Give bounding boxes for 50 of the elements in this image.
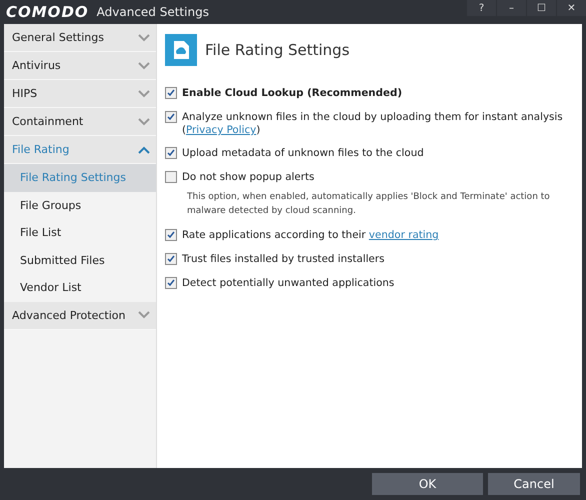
ok-button[interactable]: OK — [372, 473, 483, 495]
option-label-continuation: (Privacy Policy) — [182, 124, 260, 136]
checkbox[interactable] — [165, 253, 177, 265]
chevron-up-icon — [138, 146, 150, 154]
section-label: Containment — [12, 115, 84, 128]
sidebar-section[interactable]: Advanced Protection — [4, 302, 156, 330]
option-label: Analyze unknown files in the cloud by uploading them for instant analysis — [182, 111, 563, 123]
chevron-down-icon — [138, 311, 150, 319]
option-label: Trust files installed by trusted installers — [182, 252, 384, 266]
chevron-down-icon — [138, 90, 150, 98]
checkbox[interactable] — [165, 111, 177, 123]
sidebar-section[interactable]: HIPS — [4, 80, 156, 108]
window-title: Advanced Settings — [96, 5, 210, 19]
chevron-down-icon — [138, 118, 150, 126]
window-control-button[interactable]: ? — [467, 0, 496, 16]
panel-title: File Rating Settings — [205, 41, 350, 59]
checkbox[interactable] — [165, 277, 177, 289]
option-label: Detect potentially unwanted applications — [182, 276, 394, 290]
sidebar-section[interactable]: General Settings — [4, 24, 156, 52]
cloud-file-icon — [165, 34, 197, 66]
checkbox[interactable] — [165, 87, 177, 99]
privacy-policy-link[interactable]: Privacy Policy — [186, 124, 256, 136]
option-label: Enable Cloud Lookup (Recommended) — [182, 86, 402, 100]
sidebar-item[interactable]: File List — [4, 219, 156, 246]
sidebar-section[interactable]: File Rating — [4, 136, 156, 164]
section-label: File Rating — [12, 143, 70, 156]
checkbox[interactable] — [165, 147, 177, 159]
sidebar-section[interactable]: Antivirus — [4, 52, 156, 80]
option-note: This option, when enabled, automatically applies 'Block and Terminate' action to malware detected by cloud scanning. — [187, 191, 551, 218]
sidebar-item[interactable]: Submitted Files — [4, 246, 156, 274]
option-label: Rate applications according to their vendor rating — [182, 228, 439, 242]
sidebar-item[interactable]: File Groups — [4, 192, 156, 219]
sidebar-item[interactable]: Vendor List — [4, 274, 156, 302]
option-label: Upload metadata of unknown files to the cloud — [182, 146, 424, 160]
window-control-button[interactable]: ☐ — [527, 0, 556, 16]
checkbox[interactable] — [165, 171, 177, 183]
section-label: Antivirus — [12, 59, 61, 72]
section-label: General Settings — [12, 31, 104, 44]
chevron-down-icon — [138, 34, 150, 42]
window-control-button[interactable]: ✕ — [557, 0, 586, 16]
sidebar-section[interactable]: Containment — [4, 108, 156, 136]
app-logo: COMODO — [6, 3, 89, 21]
section-label: HIPS — [12, 87, 38, 100]
chevron-down-icon — [138, 62, 150, 70]
checkbox[interactable] — [165, 229, 177, 241]
window-control-button[interactable]: – — [497, 0, 526, 16]
option-label: Do not show popup alerts — [182, 170, 314, 184]
vendor-rating-link[interactable]: vendor rating — [368, 229, 439, 241]
section-label: Advanced Protection — [12, 308, 126, 322]
cancel-button[interactable]: Cancel — [488, 473, 580, 495]
